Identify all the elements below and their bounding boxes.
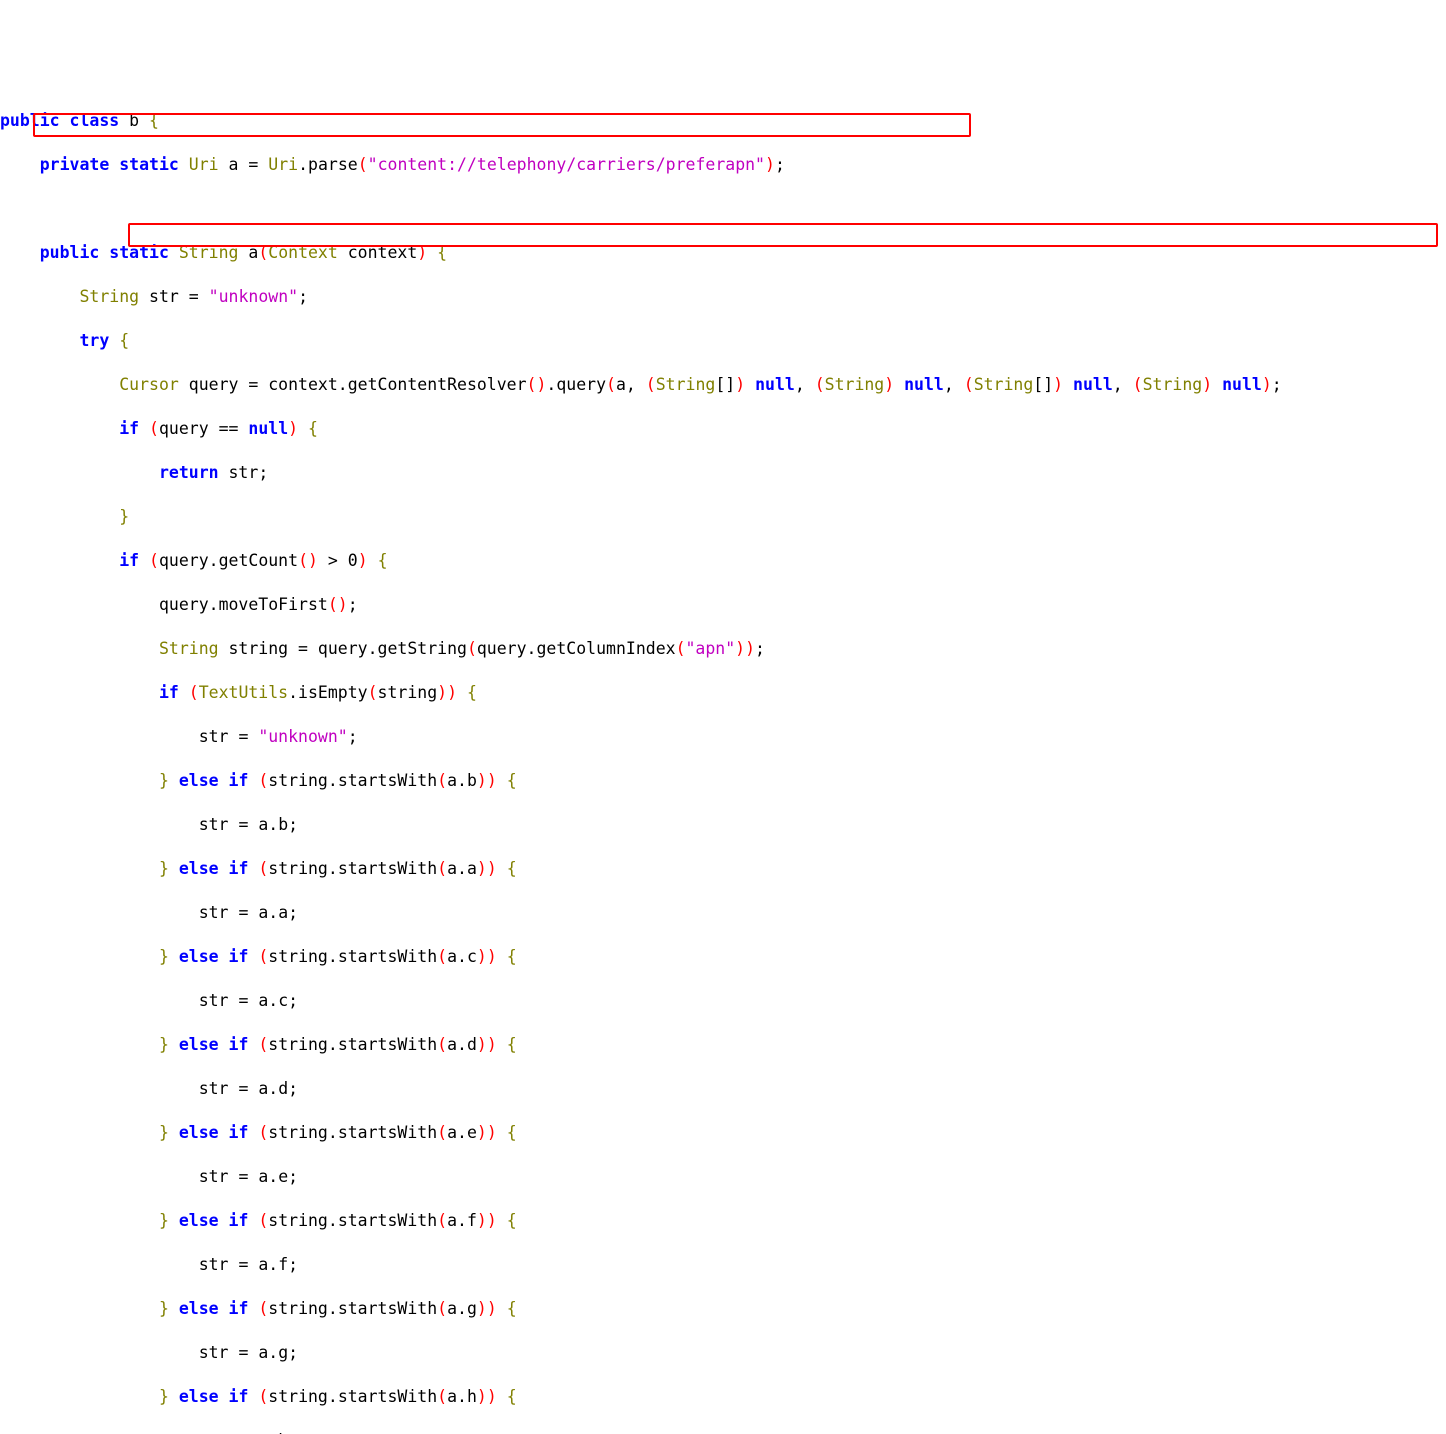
code-line: } else if (string.startsWith(a.h)) {	[0, 1386, 1446, 1408]
code-line: } else if (string.startsWith(a.e)) {	[0, 1122, 1446, 1144]
code-line: str = a.c;	[0, 990, 1446, 1012]
code-line: } else if (string.startsWith(a.f)) {	[0, 1210, 1446, 1232]
code-line: private static Uri a = Uri.parse("conten…	[0, 154, 1446, 176]
code-line: } else if (string.startsWith(a.c)) {	[0, 946, 1446, 968]
code-line: str = a.a;	[0, 902, 1446, 924]
code-line: String string = query.getString(query.ge…	[0, 638, 1446, 660]
code-line: str = a.g;	[0, 1342, 1446, 1364]
code-line: query.moveToFirst();	[0, 594, 1446, 616]
code-line: } else if (string.startsWith(a.a)) {	[0, 858, 1446, 880]
code-viewer: public class b { private static Uri a = …	[0, 88, 1446, 1434]
code-line	[0, 198, 1446, 220]
code-line: }	[0, 506, 1446, 528]
code-line: } else if (string.startsWith(a.g)) {	[0, 1298, 1446, 1320]
code-line: if (query.getCount() > 0) {	[0, 550, 1446, 572]
code-line: str = a.h;	[0, 1430, 1446, 1434]
code-line: str = a.f;	[0, 1254, 1446, 1276]
code-line: } else if (string.startsWith(a.d)) {	[0, 1034, 1446, 1056]
code-line: str = "unknown";	[0, 726, 1446, 748]
code-line: if (query == null) {	[0, 418, 1446, 440]
code-line: Cursor query = context.getContentResolve…	[0, 374, 1446, 396]
code-line: try {	[0, 330, 1446, 352]
code-line: return str;	[0, 462, 1446, 484]
code-line: String str = "unknown";	[0, 286, 1446, 308]
code-line: str = a.d;	[0, 1078, 1446, 1100]
code-line: } else if (string.startsWith(a.b)) {	[0, 770, 1446, 792]
code-line: public class b {	[0, 110, 1446, 132]
code-line: public static String a(Context context) …	[0, 242, 1446, 264]
code-line: if (TextUtils.isEmpty(string)) {	[0, 682, 1446, 704]
code-line: str = a.e;	[0, 1166, 1446, 1188]
code-line: str = a.b;	[0, 814, 1446, 836]
